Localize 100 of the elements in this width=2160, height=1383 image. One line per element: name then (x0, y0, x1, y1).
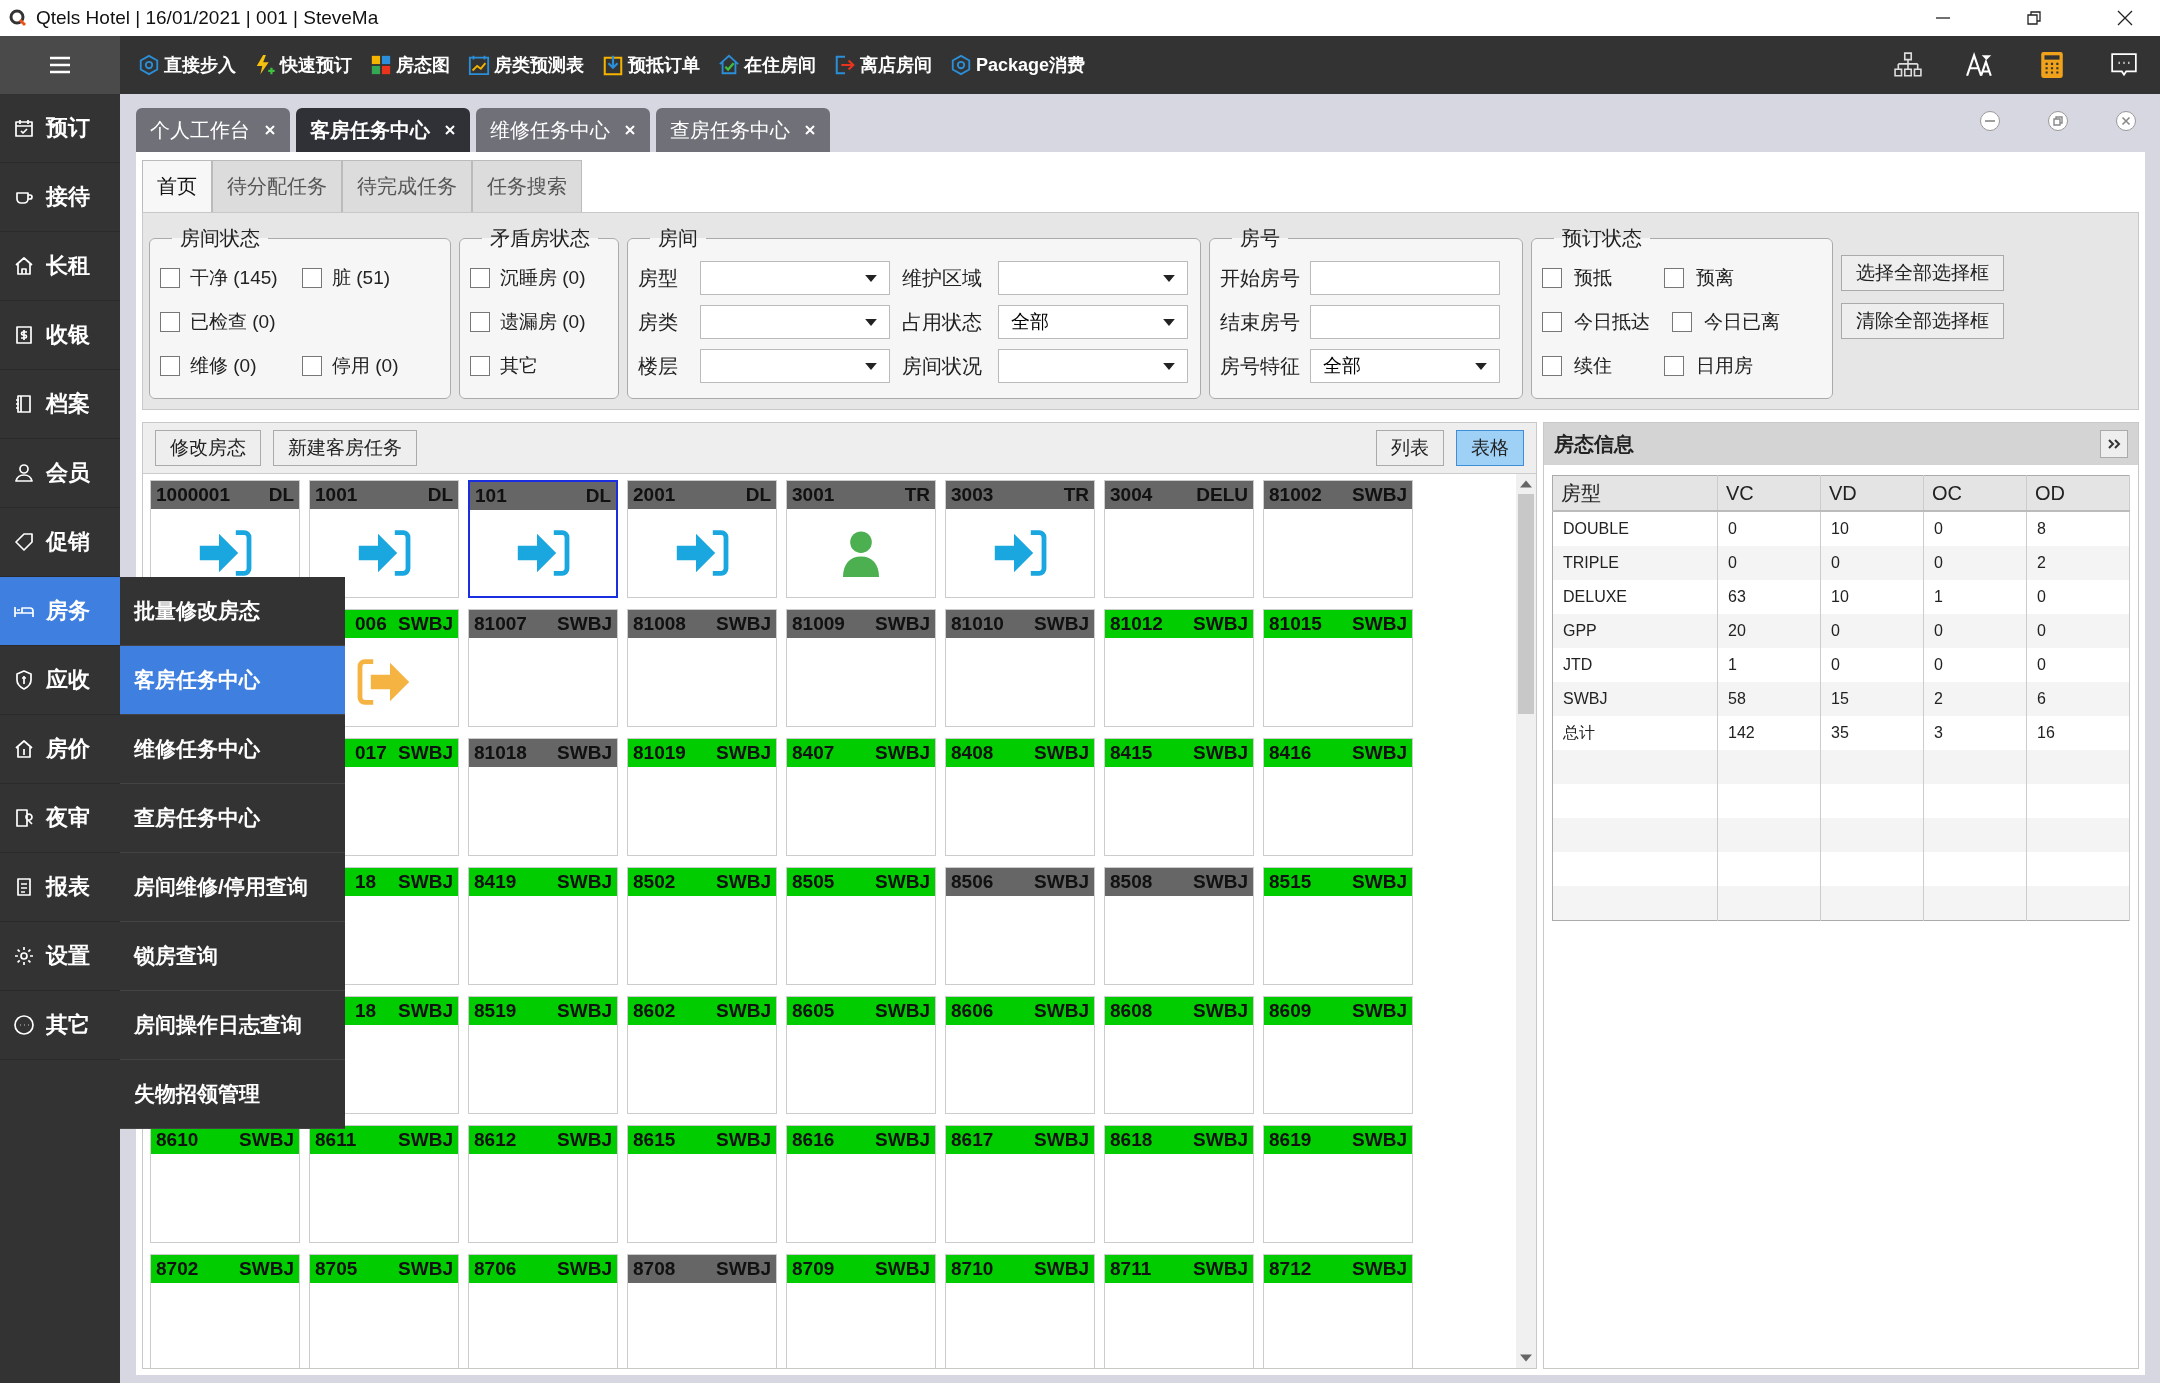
toolbar-button[interactable]: 快速预订 (248, 49, 358, 81)
checkbox[interactable] (160, 312, 180, 332)
room-card[interactable]: 8711 SWBJ (1104, 1254, 1254, 1368)
input-field[interactable] (1310, 305, 1500, 339)
room-card[interactable]: 8515 SWBJ (1263, 867, 1413, 985)
room-number: 1001 (315, 484, 358, 506)
room-card[interactable]: 8616 SWBJ (786, 1125, 936, 1243)
tab[interactable]: 维修任务中心 (476, 108, 650, 152)
checkbox[interactable] (302, 268, 322, 288)
room-type: SWBJ (398, 1129, 453, 1151)
room-card[interactable]: 8415 SWBJ (1104, 738, 1254, 856)
tab[interactable]: 查房任务中心 (656, 108, 830, 152)
checkbox[interactable] (160, 268, 180, 288)
toolbar-button[interactable]: Package消费 (944, 49, 1092, 81)
table-cell: 15 (1820, 682, 1924, 716)
room-card[interactable]: 8611 SWBJ (309, 1125, 459, 1243)
menu-item[interactable]: 客房任务中心 (120, 646, 345, 715)
calculator-icon[interactable] (2038, 51, 2066, 79)
room-card[interactable]: 8710 SWBJ (945, 1254, 1095, 1368)
room-card[interactable]: 8712 SWBJ (1263, 1254, 1413, 1368)
room-card[interactable]: 8615 SWBJ (627, 1125, 777, 1243)
checkbox[interactable] (302, 356, 322, 376)
checkbox[interactable] (470, 312, 490, 332)
room-card[interactable]: 8505 SWBJ (786, 867, 936, 985)
view-button[interactable]: 表格 (1456, 430, 1524, 466)
room-card[interactable]: 8705 SWBJ (309, 1254, 459, 1368)
expand-button[interactable] (2100, 430, 2128, 458)
room-card[interactable]: 8408 SWBJ (945, 738, 1095, 856)
tab[interactable]: 个人工作台 (136, 108, 290, 152)
table-cell: 6 (2026, 682, 2130, 716)
tab[interactable]: 首页 (142, 160, 212, 212)
tab[interactable]: 待分配任务 (212, 160, 342, 212)
font-size-icon[interactable] (1966, 51, 1994, 79)
action-button[interactable]: 修改房态 (155, 430, 261, 466)
room-card[interactable]: 8619 SWBJ (1263, 1125, 1413, 1243)
room-number: 8709 (792, 1258, 835, 1280)
view-button[interactable]: 列表 (1376, 430, 1444, 466)
dropdown[interactable]: 全部 (1310, 349, 1500, 383)
checkbox-label: 其它 (500, 354, 538, 378)
room-card[interactable]: 8612 SWBJ (468, 1125, 618, 1243)
checkbox[interactable] (1542, 356, 1562, 376)
room-type: SWBJ (398, 742, 453, 764)
minimize-icon[interactable] (1979, 110, 2001, 132)
room-card[interactable]: 8706 SWBJ (468, 1254, 618, 1368)
scrollbar[interactable] (1516, 474, 1536, 1368)
menu-icon[interactable] (48, 55, 72, 75)
select-button[interactable]: 选择全部选择框 (1841, 255, 2004, 291)
room-card[interactable]: 8608 SWBJ (1104, 996, 1254, 1114)
room-card[interactable]: 8709 SWBJ (786, 1254, 936, 1368)
input-field[interactable] (1310, 261, 1500, 295)
room-number: 8618 (1110, 1129, 1153, 1151)
sidebar-item[interactable]: 房务 (0, 577, 120, 646)
toolbar-button[interactable]: 预抵订单 (596, 49, 706, 81)
toolbar-button[interactable]: 离店房间 (828, 49, 938, 81)
field-label: 房号特征 (1220, 353, 1301, 379)
scroll-up-icon[interactable] (1520, 480, 1532, 488)
room-card[interactable]: 8609 SWBJ (1263, 996, 1413, 1114)
checkbox[interactable] (1542, 268, 1562, 288)
dropdown[interactable]: 全部 (998, 305, 1188, 339)
room-card[interactable]: 8606 SWBJ (945, 996, 1095, 1114)
scroll-thumb[interactable] (1518, 494, 1534, 714)
scroll-down-icon[interactable] (1520, 1354, 1532, 1362)
room-card[interactable]: 8502 SWBJ (627, 867, 777, 985)
room-number: 8710 (951, 1258, 994, 1280)
room-number: 8416 (1269, 742, 1312, 764)
tab[interactable]: 任务搜索 (472, 160, 582, 212)
tab[interactable]: 待完成任务 (342, 160, 472, 212)
room-card[interactable]: 8702 SWBJ (150, 1254, 300, 1368)
room-card[interactable]: 8407 SWBJ (786, 738, 936, 856)
room-card[interactable]: 81012 SWBJ (1104, 609, 1254, 727)
room-card[interactable]: 8416 SWBJ (1263, 738, 1413, 856)
toolbar-button[interactable]: 房类预测表 (462, 49, 590, 81)
room-card[interactable]: 8602 SWBJ (627, 996, 777, 1114)
toolbar-button[interactable]: 直接步入 (132, 49, 242, 81)
checkbox[interactable] (1664, 268, 1684, 288)
select-button[interactable]: 清除全部选择框 (1841, 303, 2004, 339)
checkbox[interactable] (1664, 356, 1684, 376)
checkbox[interactable] (160, 356, 180, 376)
checkbox[interactable] (470, 268, 490, 288)
restore-icon[interactable] (2024, 8, 2044, 28)
checkbox[interactable] (1672, 312, 1692, 332)
room-number: 006 (354, 613, 387, 635)
room-type: SWBJ (398, 871, 453, 893)
room-card[interactable]: 81015 SWBJ (1263, 609, 1413, 727)
room-card[interactable]: 8519 SWBJ (468, 996, 618, 1114)
tab[interactable]: 客房任务中心 (296, 108, 470, 152)
room-card[interactable]: 81019 SWBJ (627, 738, 777, 856)
close-icon[interactable] (2115, 8, 2135, 28)
room-card[interactable]: 8618 SWBJ (1104, 1125, 1254, 1243)
toolbar-button[interactable]: 在住房间 (712, 49, 822, 81)
checkbox[interactable] (470, 356, 490, 376)
room-card[interactable]: 8617 SWBJ (945, 1125, 1095, 1243)
checkbox[interactable] (1542, 312, 1562, 332)
toolbar-button[interactable]: 房态图 (364, 49, 456, 81)
room-type: SWBJ (1352, 1000, 1407, 1022)
room-card[interactable]: 8419 SWBJ (468, 867, 618, 985)
sitemap-icon[interactable] (1894, 51, 1922, 79)
room-card[interactable]: 8605 SWBJ (786, 996, 936, 1114)
room-type: SWBJ (875, 1258, 930, 1280)
action-button[interactable]: 新建客房任务 (273, 430, 417, 466)
